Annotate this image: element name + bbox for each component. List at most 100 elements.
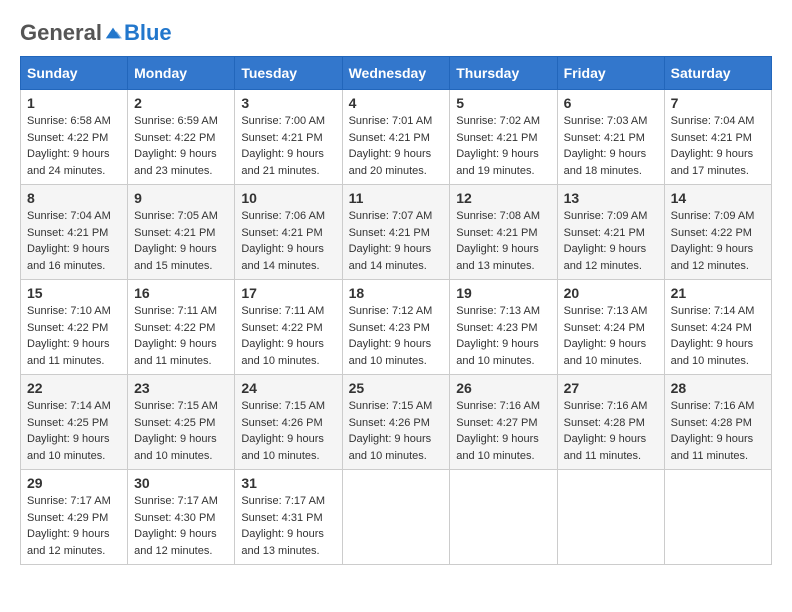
sunrise-label: Sunrise: 7:17 AM	[134, 495, 218, 507]
day-info: Sunrise: 7:17 AM Sunset: 4:29 PM Dayligh…	[27, 493, 121, 559]
sunrise-label: Sunrise: 6:58 AM	[27, 115, 111, 127]
sunrise-label: Sunrise: 7:16 AM	[564, 400, 648, 412]
calendar-cell: 22 Sunrise: 7:14 AM Sunset: 4:25 PM Dayl…	[21, 375, 128, 470]
sunrise-label: Sunrise: 7:17 AM	[241, 495, 325, 507]
calendar-cell: 19 Sunrise: 7:13 AM Sunset: 4:23 PM Dayl…	[450, 280, 557, 375]
day-info: Sunrise: 7:15 AM Sunset: 4:25 PM Dayligh…	[134, 398, 228, 464]
day-info: Sunrise: 7:04 AM Sunset: 4:21 PM Dayligh…	[27, 208, 121, 274]
sunrise-label: Sunrise: 7:12 AM	[349, 305, 433, 317]
day-info: Sunrise: 7:16 AM Sunset: 4:28 PM Dayligh…	[671, 398, 765, 464]
calendar-cell: 24 Sunrise: 7:15 AM Sunset: 4:26 PM Dayl…	[235, 375, 342, 470]
sunset-label: Sunset: 4:24 PM	[564, 322, 645, 334]
calendar-cell: 10 Sunrise: 7:06 AM Sunset: 4:21 PM Dayl…	[235, 185, 342, 280]
sunrise-label: Sunrise: 7:10 AM	[27, 305, 111, 317]
daylight-label: Daylight: 9 hours and 18 minutes.	[564, 148, 647, 177]
calendar-cell: 31 Sunrise: 7:17 AM Sunset: 4:31 PM Dayl…	[235, 470, 342, 565]
daylight-label: Daylight: 9 hours and 11 minutes.	[671, 433, 754, 462]
calendar-cell: 30 Sunrise: 7:17 AM Sunset: 4:30 PM Dayl…	[128, 470, 235, 565]
day-info: Sunrise: 7:17 AM Sunset: 4:30 PM Dayligh…	[134, 493, 228, 559]
day-number: 23	[134, 380, 228, 396]
sunrise-label: Sunrise: 7:04 AM	[671, 115, 755, 127]
logo-general-text: General	[20, 20, 102, 46]
calendar-cell: 21 Sunrise: 7:14 AM Sunset: 4:24 PM Dayl…	[664, 280, 771, 375]
sunset-label: Sunset: 4:21 PM	[671, 132, 752, 144]
day-number: 25	[349, 380, 444, 396]
calendar-cell: 11 Sunrise: 7:07 AM Sunset: 4:21 PM Dayl…	[342, 185, 450, 280]
daylight-label: Daylight: 9 hours and 10 minutes.	[349, 338, 432, 367]
calendar-week-3: 22 Sunrise: 7:14 AM Sunset: 4:25 PM Dayl…	[21, 375, 772, 470]
day-info: Sunrise: 7:10 AM Sunset: 4:22 PM Dayligh…	[27, 303, 121, 369]
daylight-label: Daylight: 9 hours and 10 minutes.	[456, 433, 539, 462]
day-info: Sunrise: 7:09 AM Sunset: 4:22 PM Dayligh…	[671, 208, 765, 274]
day-number: 10	[241, 190, 335, 206]
daylight-label: Daylight: 9 hours and 12 minutes.	[564, 243, 647, 272]
day-number: 4	[349, 95, 444, 111]
day-number: 12	[456, 190, 550, 206]
day-number: 9	[134, 190, 228, 206]
daylight-label: Daylight: 9 hours and 11 minutes.	[134, 338, 217, 367]
sunset-label: Sunset: 4:28 PM	[671, 417, 752, 429]
day-number: 15	[27, 285, 121, 301]
daylight-label: Daylight: 9 hours and 12 minutes.	[671, 243, 754, 272]
day-info: Sunrise: 7:12 AM Sunset: 4:23 PM Dayligh…	[349, 303, 444, 369]
sunrise-label: Sunrise: 7:16 AM	[671, 400, 755, 412]
sunrise-label: Sunrise: 7:09 AM	[564, 210, 648, 222]
sunset-label: Sunset: 4:22 PM	[241, 322, 322, 334]
sunrise-label: Sunrise: 7:16 AM	[456, 400, 540, 412]
calendar-cell: 26 Sunrise: 7:16 AM Sunset: 4:27 PM Dayl…	[450, 375, 557, 470]
sunset-label: Sunset: 4:27 PM	[456, 417, 537, 429]
day-number: 1	[27, 95, 121, 111]
sunset-label: Sunset: 4:25 PM	[27, 417, 108, 429]
calendar-header-tuesday: Tuesday	[235, 57, 342, 90]
day-info: Sunrise: 6:58 AM Sunset: 4:22 PM Dayligh…	[27, 113, 121, 179]
day-info: Sunrise: 7:00 AM Sunset: 4:21 PM Dayligh…	[241, 113, 335, 179]
sunset-label: Sunset: 4:29 PM	[27, 512, 108, 524]
sunrise-label: Sunrise: 7:06 AM	[241, 210, 325, 222]
sunset-label: Sunset: 4:21 PM	[564, 227, 645, 239]
sunset-label: Sunset: 4:24 PM	[671, 322, 752, 334]
day-info: Sunrise: 7:11 AM Sunset: 4:22 PM Dayligh…	[241, 303, 335, 369]
day-number: 16	[134, 285, 228, 301]
day-number: 11	[349, 190, 444, 206]
day-number: 31	[241, 475, 335, 491]
day-info: Sunrise: 7:09 AM Sunset: 4:21 PM Dayligh…	[564, 208, 658, 274]
calendar-cell: 14 Sunrise: 7:09 AM Sunset: 4:22 PM Dayl…	[664, 185, 771, 280]
calendar-cell: 1 Sunrise: 6:58 AM Sunset: 4:22 PM Dayli…	[21, 90, 128, 185]
calendar-week-1: 8 Sunrise: 7:04 AM Sunset: 4:21 PM Dayli…	[21, 185, 772, 280]
daylight-label: Daylight: 9 hours and 10 minutes.	[456, 338, 539, 367]
day-number: 5	[456, 95, 550, 111]
day-info: Sunrise: 7:13 AM Sunset: 4:24 PM Dayligh…	[564, 303, 658, 369]
calendar-cell: 17 Sunrise: 7:11 AM Sunset: 4:22 PM Dayl…	[235, 280, 342, 375]
day-info: Sunrise: 7:05 AM Sunset: 4:21 PM Dayligh…	[134, 208, 228, 274]
sunrise-label: Sunrise: 7:13 AM	[564, 305, 648, 317]
sunrise-label: Sunrise: 7:17 AM	[27, 495, 111, 507]
calendar-header-row: SundayMondayTuesdayWednesdayThursdayFrid…	[21, 57, 772, 90]
sunset-label: Sunset: 4:25 PM	[134, 417, 215, 429]
daylight-label: Daylight: 9 hours and 10 minutes.	[564, 338, 647, 367]
day-info: Sunrise: 7:13 AM Sunset: 4:23 PM Dayligh…	[456, 303, 550, 369]
calendar-cell: 5 Sunrise: 7:02 AM Sunset: 4:21 PM Dayli…	[450, 90, 557, 185]
sunset-label: Sunset: 4:21 PM	[241, 227, 322, 239]
logo: General Blue	[20, 20, 172, 46]
calendar-cell: 13 Sunrise: 7:09 AM Sunset: 4:21 PM Dayl…	[557, 185, 664, 280]
calendar-cell: 28 Sunrise: 7:16 AM Sunset: 4:28 PM Dayl…	[664, 375, 771, 470]
sunset-label: Sunset: 4:26 PM	[241, 417, 322, 429]
sunset-label: Sunset: 4:21 PM	[456, 132, 537, 144]
daylight-label: Daylight: 9 hours and 12 minutes.	[134, 528, 217, 557]
sunset-label: Sunset: 4:31 PM	[241, 512, 322, 524]
day-number: 30	[134, 475, 228, 491]
day-number: 27	[564, 380, 658, 396]
sunrise-label: Sunrise: 7:14 AM	[27, 400, 111, 412]
daylight-label: Daylight: 9 hours and 24 minutes.	[27, 148, 110, 177]
calendar-cell: 12 Sunrise: 7:08 AM Sunset: 4:21 PM Dayl…	[450, 185, 557, 280]
day-info: Sunrise: 7:01 AM Sunset: 4:21 PM Dayligh…	[349, 113, 444, 179]
daylight-label: Daylight: 9 hours and 16 minutes.	[27, 243, 110, 272]
sunrise-label: Sunrise: 7:08 AM	[456, 210, 540, 222]
day-info: Sunrise: 7:17 AM Sunset: 4:31 PM Dayligh…	[241, 493, 335, 559]
sunrise-label: Sunrise: 7:05 AM	[134, 210, 218, 222]
sunset-label: Sunset: 4:22 PM	[134, 132, 215, 144]
sunset-label: Sunset: 4:22 PM	[27, 132, 108, 144]
day-number: 6	[564, 95, 658, 111]
daylight-label: Daylight: 9 hours and 10 minutes.	[27, 433, 110, 462]
day-number: 7	[671, 95, 765, 111]
